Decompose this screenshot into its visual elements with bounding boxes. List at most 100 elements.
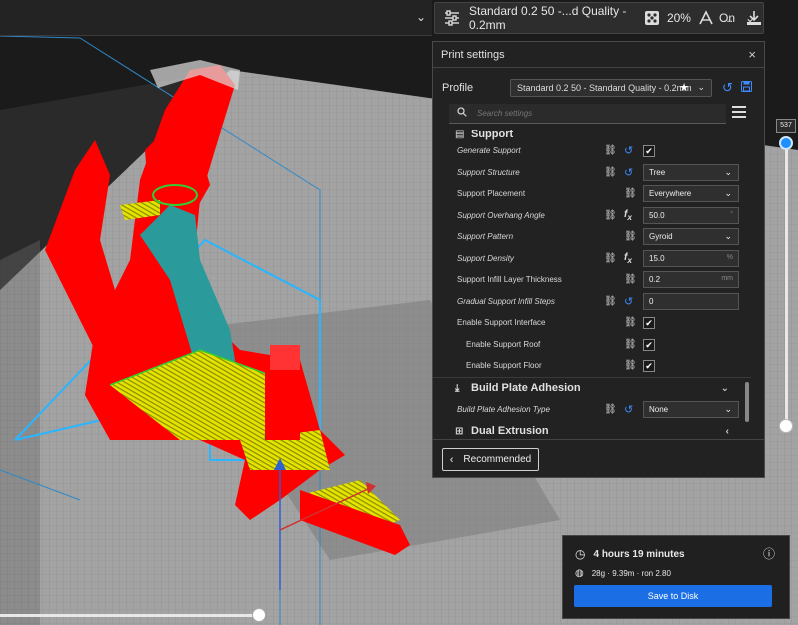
support-category-icon: ▤ [455,130,465,140]
reset-icon[interactable]: ↺ [624,166,633,179]
profile-label: Profile [442,82,474,94]
chevron-down-icon: ⌄ [724,166,732,177]
setting-label: Support Pattern [457,232,514,242]
settings-list[interactable]: ▤ Support Generate Support ⛓ ↺ ✔ Support… [433,130,751,436]
chevron-down-icon: ⌄ [720,382,729,394]
link-icon[interactable]: ⛓ [604,167,617,178]
function-icon[interactable]: fx [624,252,632,265]
category-build-plate-adhesion[interactable]: ⤓ Build Plate Adhesion ⌄ [433,376,751,399]
hamburger-menu-icon[interactable] [732,106,746,121]
category-support[interactable]: ▤ Support [433,130,751,140]
search-icon [457,107,467,120]
setting-label: Enable Support Interface [457,318,546,328]
close-icon[interactable]: × [748,47,756,62]
category-dual-extrusion[interactable]: ⊞ Dual Extrusion ‹ [433,420,751,436]
link-icon[interactable]: ⛓ [604,210,617,221]
unit-label: mm [721,275,733,282]
info-icon[interactable]: ⓘ [763,545,775,562]
gradual-infill-steps-input[interactable]: 0 [643,292,739,310]
reset-icon[interactable]: ↺ [624,144,633,157]
search-placeholder: Search settings [477,109,533,118]
reset-profile-icon[interactable]: ↺ [722,80,733,96]
chevron-down-icon: ⌄ [724,231,732,241]
function-icon[interactable]: fx [624,209,632,222]
overhang-angle-input[interactable]: 50.0 ° [643,206,739,224]
link-icon[interactable]: ⛓ [624,360,637,371]
enable-support-roof-checkbox[interactable]: ✔ [643,338,655,351]
generate-support-checkbox[interactable]: ✔ [643,145,655,157]
spool-icon: ◍ [575,568,584,579]
adhesion-type-dropdown[interactable]: None ⌄ [643,400,739,418]
current-layer-label[interactable]: 537 [776,119,796,133]
link-icon[interactable]: ⛓ [624,188,637,199]
save-profile-icon[interactable] [740,81,752,95]
link-icon[interactable]: ⛓ [604,145,617,156]
setting-support-pattern: Support Pattern ⛓ Gyroid ⌄ [433,226,751,248]
cura-window: ⌄ Standard 0.2 50 -...d Quality - 0.2mm … [0,0,798,625]
unit-label: ° [730,210,733,218]
chevron-down-icon: ⌄ [724,403,732,414]
layer-slider-track[interactable] [785,140,788,427]
layer-slider-top-handle[interactable] [779,136,793,150]
link-icon[interactable]: ⛓ [624,231,637,242]
setting-support-placement: Support Placement ⛓ Everywhere ⌄ [433,183,751,205]
setting-gradual-support-infill-steps: Gradual Support Infill Steps ⛓ ↺ 0 [433,291,751,313]
chevron-left-icon: ‹ [725,425,729,437]
chevron-down-icon: ⌄ [724,188,732,198]
recommended-button[interactable]: ‹ Recommended [442,448,539,471]
support-icon [697,9,715,27]
setting-label: Support Placement [457,189,526,199]
setting-label: Build Plate Adhesion Type [457,404,550,414]
print-setup-selector[interactable]: Standard 0.2 50 -...d Quality - 0.2mm 20… [434,2,764,34]
adhesion-category-icon: ⤓ [455,382,460,394]
link-icon[interactable]: ⛓ [624,274,637,285]
setting-generate-support: Generate Support ⛓ ↺ ✔ [433,140,751,162]
layer-slider-bottom-handle[interactable] [779,419,793,433]
settings-scrollbar[interactable] [745,382,749,422]
dual-extrusion-icon: ⊞ [455,425,464,437]
reset-icon[interactable]: ↺ [624,403,633,416]
reset-icon[interactable]: ↺ [624,295,633,308]
category-label: Build Plate Adhesion [471,382,581,394]
setting-enable-support-interface: Enable Support Interface ⛓ ✔ [433,312,751,334]
enable-support-interface-checkbox[interactable]: ✔ [643,317,655,329]
link-icon[interactable]: ⛓ [624,339,637,350]
link-icon[interactable]: ⛓ [604,253,617,264]
settings-sliders-icon [443,9,461,27]
print-time: ◷ 4 hours 19 minutes [575,547,685,561]
panel-header: Print settings × [433,42,764,68]
star-icon[interactable]: ★ [679,81,689,94]
dropdown-value: Tree [649,167,666,177]
topbar-left: ⌄ [0,0,432,36]
dropdown-value: Gyroid [649,232,673,241]
enable-support-floor-checkbox[interactable]: ✔ [643,360,655,372]
infill-layer-thickness-input[interactable]: 0.2 mm [643,271,739,288]
search-settings-field[interactable]: Search settings [449,104,726,124]
path-slider-handle[interactable] [252,608,266,622]
input-value: 0 [649,296,654,306]
link-icon[interactable]: ⛓ [604,296,617,307]
support-structure-dropdown[interactable]: Tree ⌄ [643,163,739,181]
chevron-down-icon[interactable]: ⌄ [416,10,426,24]
link-icon[interactable]: ⛓ [604,404,617,415]
chevron-down-icon[interactable]: ⌄ [745,11,755,25]
support-placement-dropdown[interactable]: Everywhere ⌄ [643,185,739,202]
setting-support-structure: Support Structure ⛓ ↺ Tree ⌄ [433,162,751,184]
material-estimate: ◍ 28g · 9.39m · ron 2.80 [575,568,671,579]
support-pattern-dropdown[interactable]: Gyroid ⌄ [643,228,739,245]
setting-label: Support Infill Layer Thickness [457,275,562,285]
print-settings-panel: Print settings × Profile Standard 0.2 50… [432,41,765,478]
save-to-disk-button[interactable]: Save to Disk [574,585,772,607]
setting-build-plate-adhesion-type: Build Plate Adhesion Type ⛓ ↺ None ⌄ [433,399,751,421]
path-slider-track[interactable] [0,614,260,617]
print-time-value: 4 hours 19 minutes [593,548,685,560]
chevron-left-icon: ‹ [449,453,454,466]
profile-row: Profile Standard 0.2 50 - Standard Quali… [433,78,764,98]
support-density-input[interactable]: 15.0% [643,249,739,267]
link-icon[interactable]: ⛓ [624,317,637,328]
profile-value: Standard 0.2 50 - Standard Quality - 0.2… [517,83,692,93]
setting-label: Enable Support Roof [466,339,541,349]
recommended-label: Recommended [463,454,532,465]
panel-title: Print settings [441,48,505,61]
profile-dropdown[interactable]: Standard 0.2 50 - Standard Quality - 0.2… [510,79,712,97]
